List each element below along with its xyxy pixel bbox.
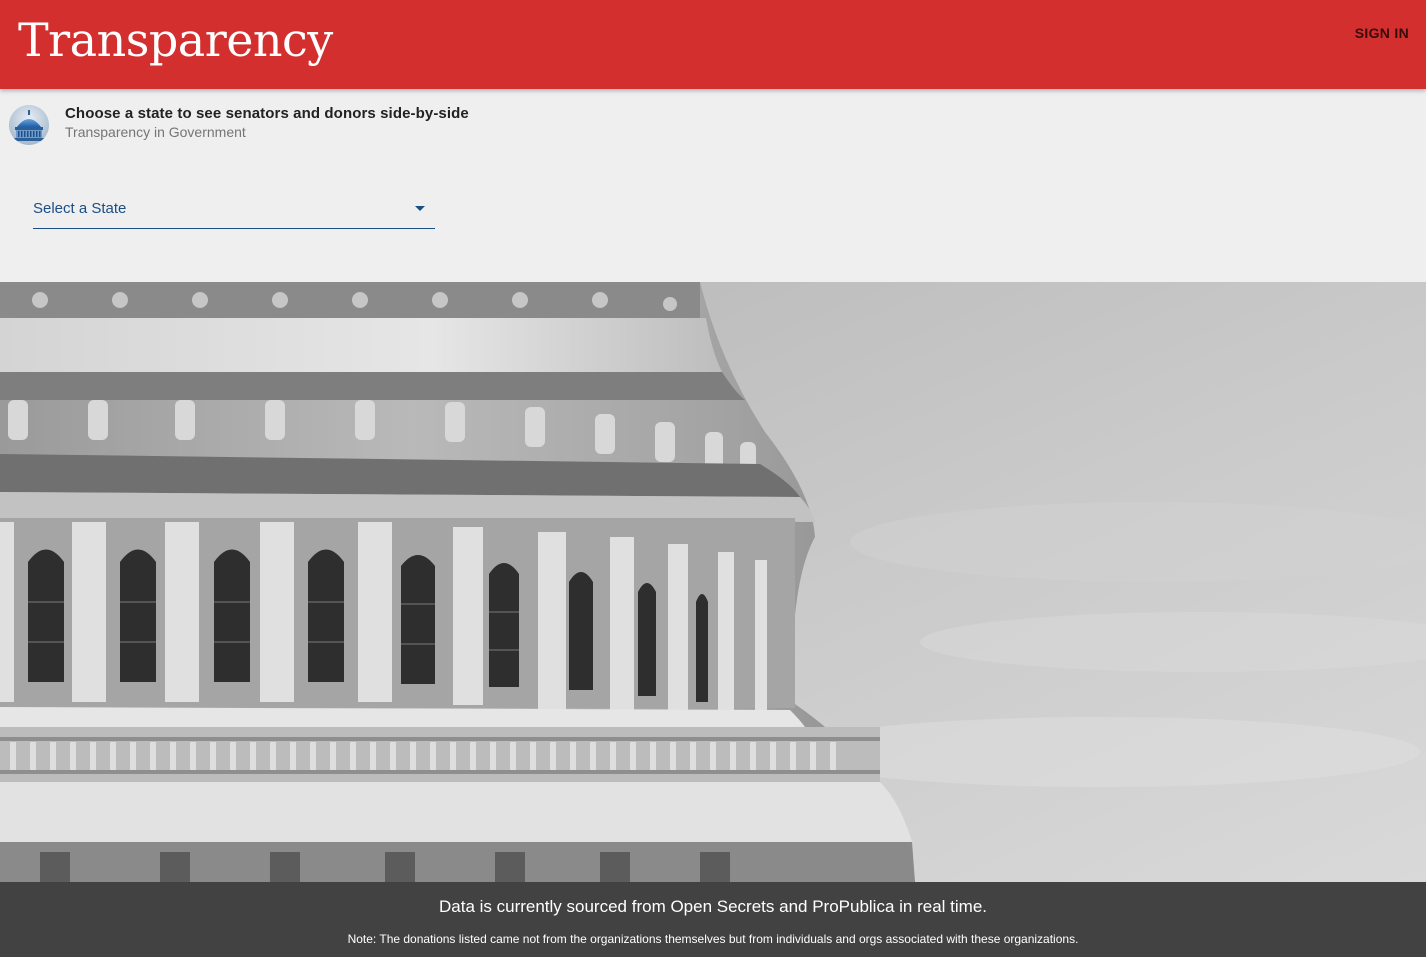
state-select[interactable]: Select a State (33, 197, 435, 229)
brand-logo[interactable]: Transparency (18, 12, 333, 68)
app-bar: Transparency SIGN IN (0, 0, 1426, 89)
footer: Data is currently sourced from Open Secr… (0, 882, 1426, 957)
capitol-dome-photo (0, 282, 1426, 882)
donations-note: Note: The donations listed came not from… (347, 932, 1079, 946)
state-picker-card: Choose a state to see senators and donor… (0, 89, 1426, 282)
state-select-placeholder: Select a State (33, 200, 127, 217)
capitol-dome-icon (9, 105, 49, 145)
card-subtitle: Transparency in Government (65, 124, 246, 140)
sign-in-button[interactable]: SIGN IN (1355, 25, 1409, 41)
dropdown-arrow-icon (415, 206, 425, 211)
data-source-text: Data is currently sourced from Open Secr… (438, 897, 988, 916)
card-title: Choose a state to see senators and donor… (65, 105, 469, 122)
